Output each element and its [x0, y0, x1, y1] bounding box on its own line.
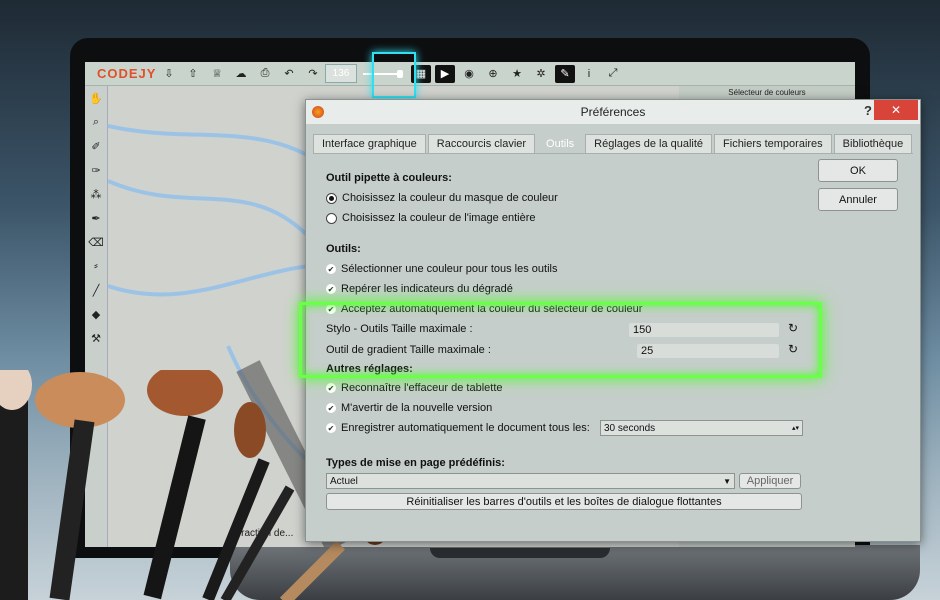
line-icon[interactable]: ╱: [85, 278, 107, 302]
radio-unselected[interactable]: [326, 212, 337, 224]
tab-temp-files[interactable]: Fichiers temporaires: [714, 134, 832, 154]
autosave-label: Enregistrer automatiquement le document …: [341, 422, 590, 434]
chevron-down-icon[interactable]: ▼: [723, 477, 731, 486]
cloud-icon[interactable]: ☁: [231, 65, 251, 83]
smudge-icon[interactable]: ⸗: [85, 254, 107, 278]
stamp-icon[interactable]: ⚒: [85, 326, 107, 350]
checkbox-checked[interactable]: ✔: [326, 383, 336, 393]
fill-icon[interactable]: ◆: [85, 302, 107, 326]
star-icon[interactable]: ★: [507, 65, 527, 83]
checkbox-checked[interactable]: ✔: [326, 264, 336, 274]
autosave-interval-value: 30 seconds: [604, 422, 656, 434]
settings-icon[interactable]: ✲: [531, 65, 551, 83]
picker-option-image[interactable]: Choisissez la couleur de l'image entière: [326, 212, 535, 224]
other-option-label: M'avertir de la nouvelle version: [341, 402, 493, 414]
app-logo: CODEJY: [97, 66, 157, 81]
picker-section-title: Outil pipette à couleurs:: [326, 172, 452, 184]
picker-option-mask-label: Choisissez la couleur du masque de coule…: [342, 192, 558, 204]
main-toolbar: CODEJY ⇩ ⇧ ♕ ☁ ⎙ ↶ ↷ 136 ▦ ▶ ◉ ⊕ ★ ✲ ✎ i…: [85, 62, 855, 86]
target-icon[interactable]: ⊕: [483, 65, 503, 83]
brush-size-field[interactable]: 136: [325, 64, 357, 83]
ok-button[interactable]: OK: [818, 159, 898, 182]
other-option-tablet-eraser[interactable]: ✔ Reconnaître l'effaceur de tablette: [326, 382, 503, 394]
color-picker-title: Sélecteur de couleurs: [728, 88, 806, 97]
tool-option-gradient-indicators[interactable]: ✔ Repérer les indicateurs du dégradé: [326, 283, 513, 295]
checkbox-checked[interactable]: ✔: [326, 423, 336, 433]
brush-icon[interactable]: ✐: [85, 134, 107, 158]
pen-icon[interactable]: ✒: [85, 206, 107, 230]
print-icon[interactable]: ⎙: [255, 65, 275, 83]
undo-icon[interactable]: ↶: [279, 65, 299, 83]
cancel-button[interactable]: Annuler: [818, 188, 898, 211]
tab-tools[interactable]: Outils: [537, 134, 584, 154]
info-icon[interactable]: i: [579, 65, 599, 83]
pencil-icon[interactable]: ✎: [555, 64, 575, 83]
brush-size-highlight: [372, 52, 416, 98]
autosave-interval-spinner[interactable]: 30 seconds ▴▾: [600, 420, 803, 436]
layout-dropdown-value: Actuel: [330, 475, 358, 487]
play-icon[interactable]: ▶: [435, 64, 455, 83]
tab-interface[interactable]: Interface graphique: [313, 134, 426, 154]
tab-shortcuts[interactable]: Raccourcis clavier: [427, 134, 536, 154]
autosave-option[interactable]: ✔ Enregistrer automatiquement le documen…: [326, 422, 590, 434]
spray-icon[interactable]: ⁂: [85, 182, 107, 206]
layout-dropdown[interactable]: Actuel ▼: [326, 473, 735, 489]
eye-icon[interactable]: ◉: [459, 65, 479, 83]
laptop-notch: [430, 548, 610, 558]
fullscreen-icon[interactable]: ⤢: [603, 65, 623, 83]
export-icon[interactable]: ⇧: [183, 65, 203, 83]
spinner-arrows-icon[interactable]: ▴▾: [792, 424, 799, 432]
tool-option-label: Sélectionner une couleur pour tous les o…: [341, 263, 558, 275]
airbrush-icon[interactable]: ✑: [85, 158, 107, 182]
dialog-title: Préférences: [580, 105, 646, 119]
tool-option-label: Repérer les indicateurs du dégradé: [341, 283, 513, 295]
picker-option-mask[interactable]: Choisissez la couleur du masque de coule…: [326, 192, 558, 204]
radio-selected[interactable]: [326, 192, 337, 204]
picker-option-image-label: Choisissez la couleur de l'image entière: [342, 212, 536, 224]
layout-section-title: Types de mise en page prédéfinis:: [326, 457, 505, 469]
tools-section-title: Outils:: [326, 243, 361, 255]
reset-toolbars-button[interactable]: Réinitialiser les barres d'outils et les…: [326, 493, 802, 510]
other-option-new-version[interactable]: ✔ M'avertir de la nouvelle version: [326, 402, 492, 414]
checkbox-checked[interactable]: ✔: [326, 403, 336, 413]
other-option-label: Reconnaître l'effaceur de tablette: [341, 382, 503, 394]
size-settings-highlight: [299, 302, 822, 378]
checkbox-checked[interactable]: ✔: [326, 284, 336, 294]
dialog-titlebar: Préférences ? ✕: [306, 100, 920, 124]
trophy-icon[interactable]: ♕: [207, 65, 227, 83]
help-button[interactable]: ?: [864, 103, 872, 118]
hand-icon[interactable]: ✋: [85, 86, 107, 110]
zoom-icon[interactable]: ⌕: [85, 110, 107, 134]
import-icon[interactable]: ⇩: [159, 65, 179, 83]
tab-bar: Interface graphique Raccourcis clavier O…: [313, 134, 920, 154]
redo-icon[interactable]: ↷: [303, 65, 323, 83]
apply-button[interactable]: Appliquer: [739, 473, 801, 489]
tool-option-all-tools[interactable]: ✔ Sélectionner une couleur pour tous les…: [326, 263, 557, 275]
close-button[interactable]: ✕: [874, 100, 918, 120]
tab-quality[interactable]: Réglages de la qualité: [585, 134, 713, 154]
eraser-icon[interactable]: ⌫: [85, 230, 107, 254]
tab-library[interactable]: Bibliothèque: [833, 134, 913, 154]
